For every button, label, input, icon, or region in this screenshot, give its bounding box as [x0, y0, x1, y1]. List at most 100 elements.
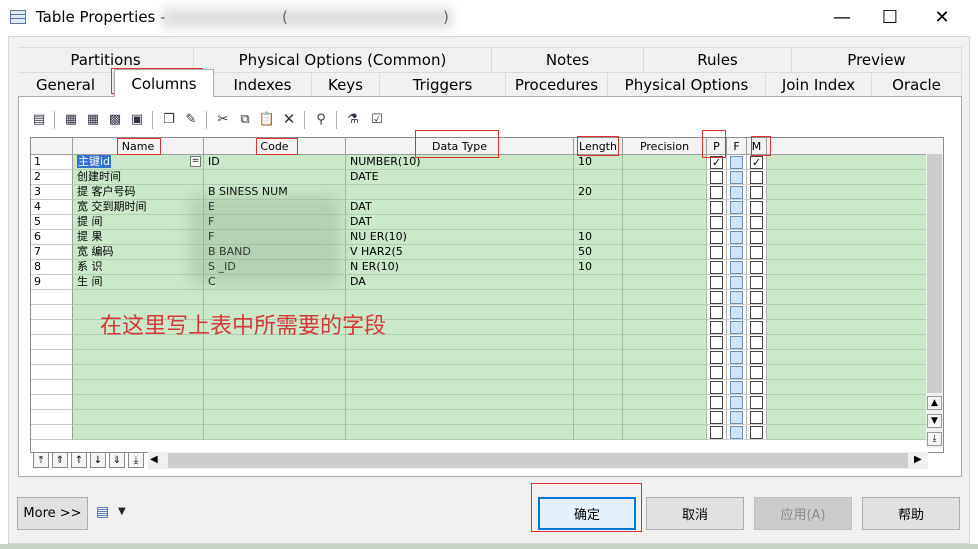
checkbox-f[interactable]	[730, 246, 743, 259]
checkbox-f[interactable]	[730, 336, 743, 349]
checkbox-f[interactable]	[730, 201, 743, 214]
checkbox-m[interactable]	[750, 276, 763, 289]
cell-code[interactable]	[204, 290, 346, 305]
cell-code[interactable]	[204, 410, 346, 425]
tab-oracle[interactable]: Oracle	[872, 72, 962, 97]
close-button[interactable]: ✕	[920, 2, 964, 32]
cell-precision[interactable]	[623, 170, 707, 185]
filter-icon[interactable]: ⚗	[344, 110, 362, 128]
scroll-down-button[interactable]: ▼	[927, 414, 942, 428]
add-columns-icon[interactable]: ▩	[106, 110, 124, 128]
cell-type[interactable]	[346, 425, 574, 440]
cell-type[interactable]: DATE	[346, 170, 574, 185]
cell-length[interactable]: 50	[574, 245, 623, 260]
cell-length[interactable]: 10	[574, 230, 623, 245]
cell-name[interactable]: 主键id =	[73, 155, 204, 170]
checkbox-f[interactable]	[730, 171, 743, 184]
cell-type[interactable]	[346, 185, 574, 200]
checkbox-p[interactable]	[710, 216, 723, 229]
tab-join-index[interactable]: Join Index	[766, 72, 872, 97]
cell-length[interactable]: 10	[574, 155, 623, 170]
tab-procedures[interactable]: Procedures	[506, 72, 608, 97]
move-bottom-button[interactable]: ⤓	[128, 452, 144, 468]
apply-button[interactable]: 应用(A)	[754, 497, 852, 530]
cell-type[interactable]: N ER(10)	[346, 260, 574, 275]
cell-length[interactable]	[574, 425, 623, 440]
checkbox-m[interactable]	[750, 216, 763, 229]
checkbox-f[interactable]	[730, 186, 743, 199]
checkbox-f[interactable]	[730, 231, 743, 244]
checkbox-f[interactable]	[730, 396, 743, 409]
cell-length[interactable]	[574, 215, 623, 230]
cell-precision[interactable]	[623, 200, 707, 215]
cell-length[interactable]	[574, 320, 623, 335]
cell-name[interactable]	[73, 425, 204, 440]
checkbox-p[interactable]	[710, 426, 723, 439]
scroll-end-button[interactable]: ⤓	[927, 432, 942, 446]
cell-name[interactable]: 提 果	[73, 230, 204, 245]
checkbox-f[interactable]	[730, 411, 743, 424]
tab-rules[interactable]: Rules	[644, 47, 792, 72]
cell-name[interactable]: 提 间	[73, 215, 204, 230]
checkbox-f[interactable]	[730, 381, 743, 394]
checkbox-f[interactable]	[730, 321, 743, 334]
checkbox-m[interactable]	[750, 291, 763, 304]
move-top-button[interactable]: ⤒	[33, 452, 49, 468]
tab-general[interactable]: General	[18, 72, 114, 97]
cell-length[interactable]	[574, 380, 623, 395]
cell-precision[interactable]	[623, 350, 707, 365]
selected-name-text[interactable]: 主键id	[77, 155, 112, 168]
checkbox-m[interactable]	[750, 321, 763, 334]
cell-precision[interactable]	[623, 320, 707, 335]
header-mandatory[interactable]: M	[747, 138, 767, 155]
cell-type[interactable]: NU ER(10)	[346, 230, 574, 245]
cell-length[interactable]	[574, 200, 623, 215]
find-icon[interactable]: ⚲	[312, 110, 330, 128]
more-button[interactable]: More >>	[17, 497, 88, 530]
checkbox-p[interactable]	[710, 411, 723, 424]
checkbox-p[interactable]	[710, 396, 723, 409]
move-down-button[interactable]: ↓	[90, 452, 106, 468]
cell-name[interactable]	[73, 395, 204, 410]
name-dropdown-icon[interactable]: =	[190, 156, 201, 167]
checkbox-m[interactable]: ✓	[750, 156, 763, 169]
checkbox-p[interactable]	[710, 336, 723, 349]
cell-type[interactable]: DAT	[346, 215, 574, 230]
cell-type[interactable]: DA	[346, 275, 574, 290]
cell-type[interactable]: DAT	[346, 200, 574, 215]
chevron-down-icon[interactable]: ▼	[118, 506, 126, 517]
add-row-icon[interactable]: ▦	[62, 110, 80, 128]
checkbox-m[interactable]	[750, 261, 763, 274]
checkbox-f[interactable]	[730, 276, 743, 289]
checkbox-m[interactable]	[750, 201, 763, 214]
insert-row-icon[interactable]: ▦	[84, 110, 102, 128]
cell-precision[interactable]	[623, 260, 707, 275]
checkbox-p[interactable]	[710, 201, 723, 214]
checkbox-p[interactable]	[710, 231, 723, 244]
checkbox-m[interactable]	[750, 396, 763, 409]
checkbox-m[interactable]	[750, 336, 763, 349]
header-name[interactable]: Name	[73, 138, 204, 155]
checkbox-m[interactable]	[750, 411, 763, 424]
vertical-scroll-thumb[interactable]	[927, 154, 942, 393]
checkbox-p[interactable]	[710, 246, 723, 259]
cell-precision[interactable]	[623, 410, 707, 425]
checkbox-f[interactable]	[730, 291, 743, 304]
cell-name[interactable]: 宽 编码	[73, 245, 204, 260]
horizontal-scroll-thumb[interactable]	[168, 453, 908, 468]
cell-type[interactable]	[346, 395, 574, 410]
header-foreign[interactable]: F	[727, 138, 747, 155]
tab-physical-options[interactable]: Physical Options	[608, 72, 766, 97]
cell-length[interactable]	[574, 365, 623, 380]
cell-code[interactable]	[204, 170, 346, 185]
scroll-up-button[interactable]: ▲	[927, 396, 942, 410]
customize-columns-icon[interactable]: ☑	[368, 110, 386, 128]
checkbox-f[interactable]	[730, 426, 743, 439]
checkbox-p[interactable]	[710, 276, 723, 289]
cell-code[interactable]	[204, 380, 346, 395]
horizontal-scrollbar[interactable]: ◀ ▶	[148, 452, 928, 469]
checkbox-p[interactable]	[710, 171, 723, 184]
cell-precision[interactable]	[623, 290, 707, 305]
cell-precision[interactable]	[623, 155, 707, 170]
cell-precision[interactable]	[623, 305, 707, 320]
